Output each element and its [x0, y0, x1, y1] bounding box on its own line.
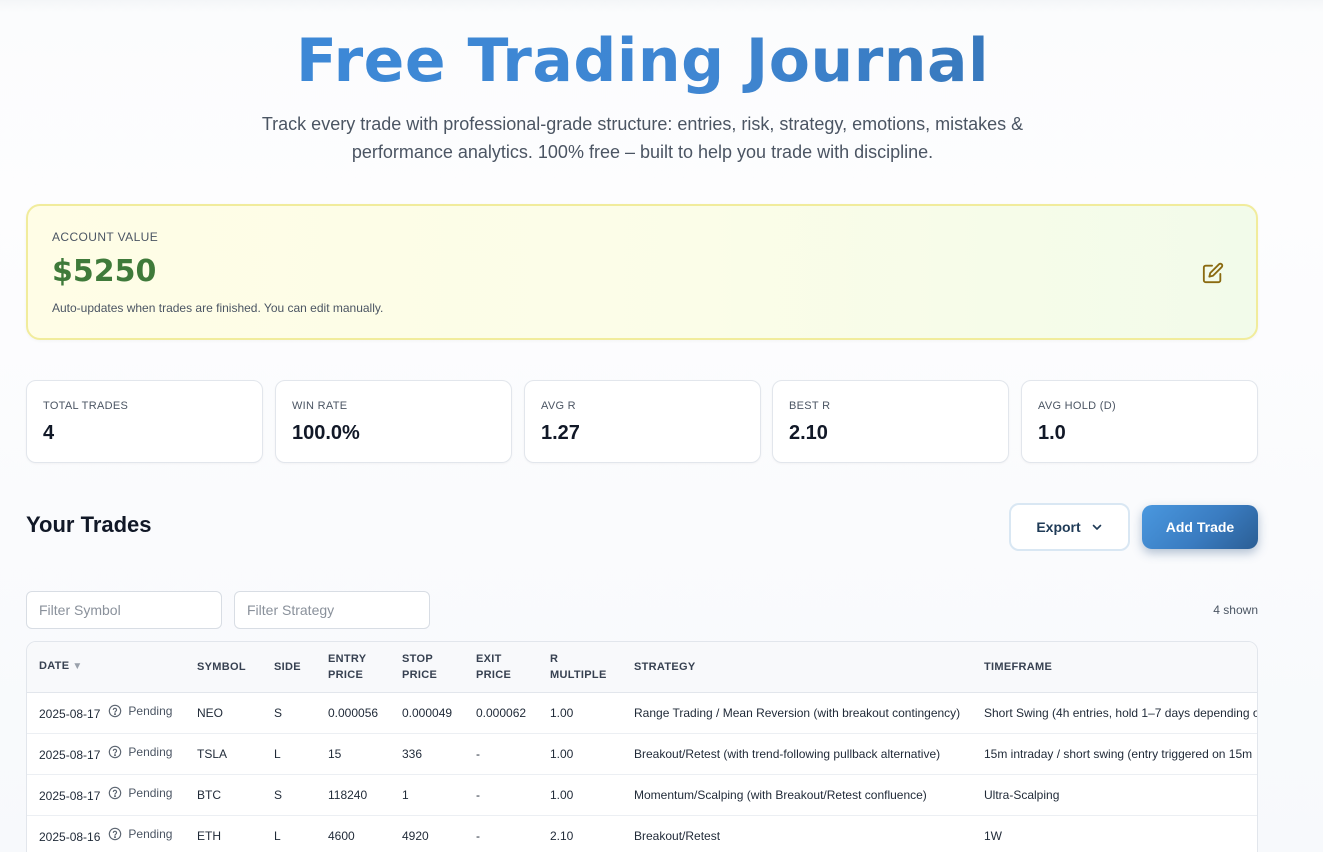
- cell-timeframe: 15m intraday / short swing (entry trigge…: [972, 733, 1257, 775]
- column-header-stop-price[interactable]: STOP PRICE: [390, 642, 464, 693]
- cell-exit-price: 0.000062: [464, 692, 538, 734]
- cell-strategy: Momentum/Scalping (with Breakout/Retest …: [622, 774, 972, 816]
- filter-symbol-input[interactable]: [26, 591, 222, 629]
- stat-label: BEST R: [789, 400, 831, 412]
- cell-symbol: ETH: [185, 815, 262, 852]
- edit-account-button[interactable]: [1202, 262, 1224, 284]
- cell-exit-price: -: [464, 774, 538, 816]
- account-value-card: ACCOUNT VALUE $5250 Auto-updates when tr…: [26, 204, 1258, 340]
- filter-strategy-input[interactable]: [234, 591, 430, 629]
- stat-value: 4: [43, 422, 55, 444]
- question-circle-icon: [109, 745, 122, 759]
- column-header-date[interactable]: DATE ▼: [27, 642, 185, 693]
- column-header-side[interactable]: SIDE: [262, 642, 316, 693]
- cell-date: 2025-08-17 Pending: [27, 774, 185, 816]
- cell-side: L: [262, 815, 316, 852]
- account-value-note: Auto-updates when trades are finished. Y…: [52, 301, 384, 315]
- stat-label: TOTAL TRADES: [43, 400, 129, 412]
- cell-side: S: [262, 774, 316, 816]
- stat-value: 1.27: [541, 422, 580, 444]
- cell-strategy: Breakout/Retest: [622, 815, 972, 852]
- cell-date: 2025-08-17 Pending: [27, 692, 185, 734]
- stat-card-total-trades: TOTAL TRADES 4: [26, 380, 263, 463]
- table-row[interactable]: 2025-08-17 Pending NEO S 0.000056 0.00004…: [27, 692, 1257, 734]
- account-value-amount: $5250: [52, 254, 157, 289]
- trades-table-container[interactable]: DATE ▼ SYMBOL SIDE ENTRY PRICE STOP PRICE E…: [26, 641, 1258, 852]
- stat-card-avg-r: AVG R 1.27: [524, 380, 761, 463]
- add-trade-button-label: Add Trade: [1165, 519, 1235, 535]
- cell-entry-price: 15: [316, 733, 390, 775]
- trades-table: DATE ▼ SYMBOL SIDE ENTRY PRICE STOP PRICE E…: [27, 642, 1257, 852]
- trades-section-title: Your Trades: [26, 512, 152, 537]
- cell-stop-price: 336: [390, 733, 464, 775]
- cell-strategy: Range Trading / Mean Reversion (with bre…: [622, 692, 972, 734]
- cell-symbol: NEO: [185, 692, 262, 734]
- chevron-down-icon: [1092, 524, 1101, 530]
- question-circle-icon: [109, 786, 122, 800]
- account-value-label: ACCOUNT VALUE: [52, 230, 159, 244]
- page-subtitle: Track every trade with professional-grad…: [261, 114, 1024, 162]
- status-pending: Pending: [108, 786, 172, 800]
- add-trade-button[interactable]: Add Trade: [1142, 505, 1258, 549]
- export-button[interactable]: Export: [1009, 503, 1130, 551]
- cell-r-multiple: 1.00: [538, 692, 622, 734]
- cell-timeframe: Ultra-Scalping: [972, 774, 1257, 816]
- cell-timeframe: Short Swing (4h entries, hold 1–7 days d…: [972, 692, 1257, 734]
- column-header-exit-price[interactable]: EXIT PRICE: [464, 642, 538, 693]
- stat-card-win-rate: WIN RATE 100.0%: [275, 380, 512, 463]
- cell-exit-price: -: [464, 815, 538, 852]
- stat-value: 2.10: [789, 422, 828, 444]
- cell-stop-price: 1: [390, 774, 464, 816]
- cell-r-multiple: 1.00: [538, 774, 622, 816]
- question-circle-icon: [109, 704, 122, 718]
- column-header-symbol[interactable]: SYMBOL: [185, 642, 262, 693]
- cell-side: L: [262, 733, 316, 775]
- sort-desc-icon: ▼: [72, 661, 83, 673]
- cell-entry-price: 4600: [316, 815, 390, 852]
- column-header-entry-price[interactable]: ENTRY PRICE: [316, 642, 390, 693]
- edit-icon: [1202, 262, 1224, 284]
- shown-count: 4 shown: [1213, 603, 1258, 617]
- page-title: Free Trading Journal: [0, 28, 1285, 94]
- column-header-strategy[interactable]: STRATEGY: [622, 642, 972, 693]
- cell-entry-price: 0.000056: [316, 692, 390, 734]
- table-header-row: DATE ▼ SYMBOL SIDE ENTRY PRICE STOP PRICE E…: [27, 642, 1257, 693]
- column-header-timeframe[interactable]: TIMEFRAME: [972, 642, 1257, 693]
- cell-symbol: BTC: [185, 774, 262, 816]
- table-row[interactable]: 2025-08-17 Pending BTC S 118240 1 - 1.00 …: [27, 774, 1257, 816]
- cell-exit-price: -: [464, 733, 538, 775]
- export-button-label: Export: [1036, 519, 1081, 535]
- stat-value: 1.0: [1038, 422, 1066, 444]
- status-pending: Pending: [108, 745, 172, 759]
- status-pending: Pending: [108, 827, 172, 841]
- table-row[interactable]: 2025-08-16 Pending ETH L 4600 4920 - 2.10…: [27, 815, 1257, 852]
- table-row[interactable]: 2025-08-17 Pending TSLA L 15 336 - 1.00 B…: [27, 733, 1257, 775]
- cell-date: 2025-08-16 Pending: [27, 815, 185, 852]
- stat-label: WIN RATE: [292, 400, 348, 412]
- cell-date: 2025-08-17 Pending: [27, 733, 185, 775]
- column-header-r-multiple[interactable]: R MULTIPLE: [538, 642, 622, 693]
- stat-value: 100.0%: [292, 422, 360, 444]
- stat-card-avg-hold: AVG HOLD (D) 1.0: [1021, 380, 1258, 463]
- cell-side: S: [262, 692, 316, 734]
- cell-strategy: Breakout/Retest (with trend-following pu…: [622, 733, 972, 775]
- cell-entry-price: 118240: [316, 774, 390, 816]
- cell-timeframe: 1W: [972, 815, 1257, 852]
- stat-card-best-r: BEST R 2.10: [772, 380, 1009, 463]
- cell-r-multiple: 2.10: [538, 815, 622, 852]
- cell-stop-price: 0.000049: [390, 692, 464, 734]
- cell-r-multiple: 1.00: [538, 733, 622, 775]
- stat-label: AVG HOLD (D): [1038, 400, 1116, 412]
- question-circle-icon: [109, 827, 122, 841]
- status-pending: Pending: [108, 704, 172, 718]
- cell-symbol: TSLA: [185, 733, 262, 775]
- stat-label: AVG R: [541, 400, 576, 412]
- cell-stop-price: 4920: [390, 815, 464, 852]
